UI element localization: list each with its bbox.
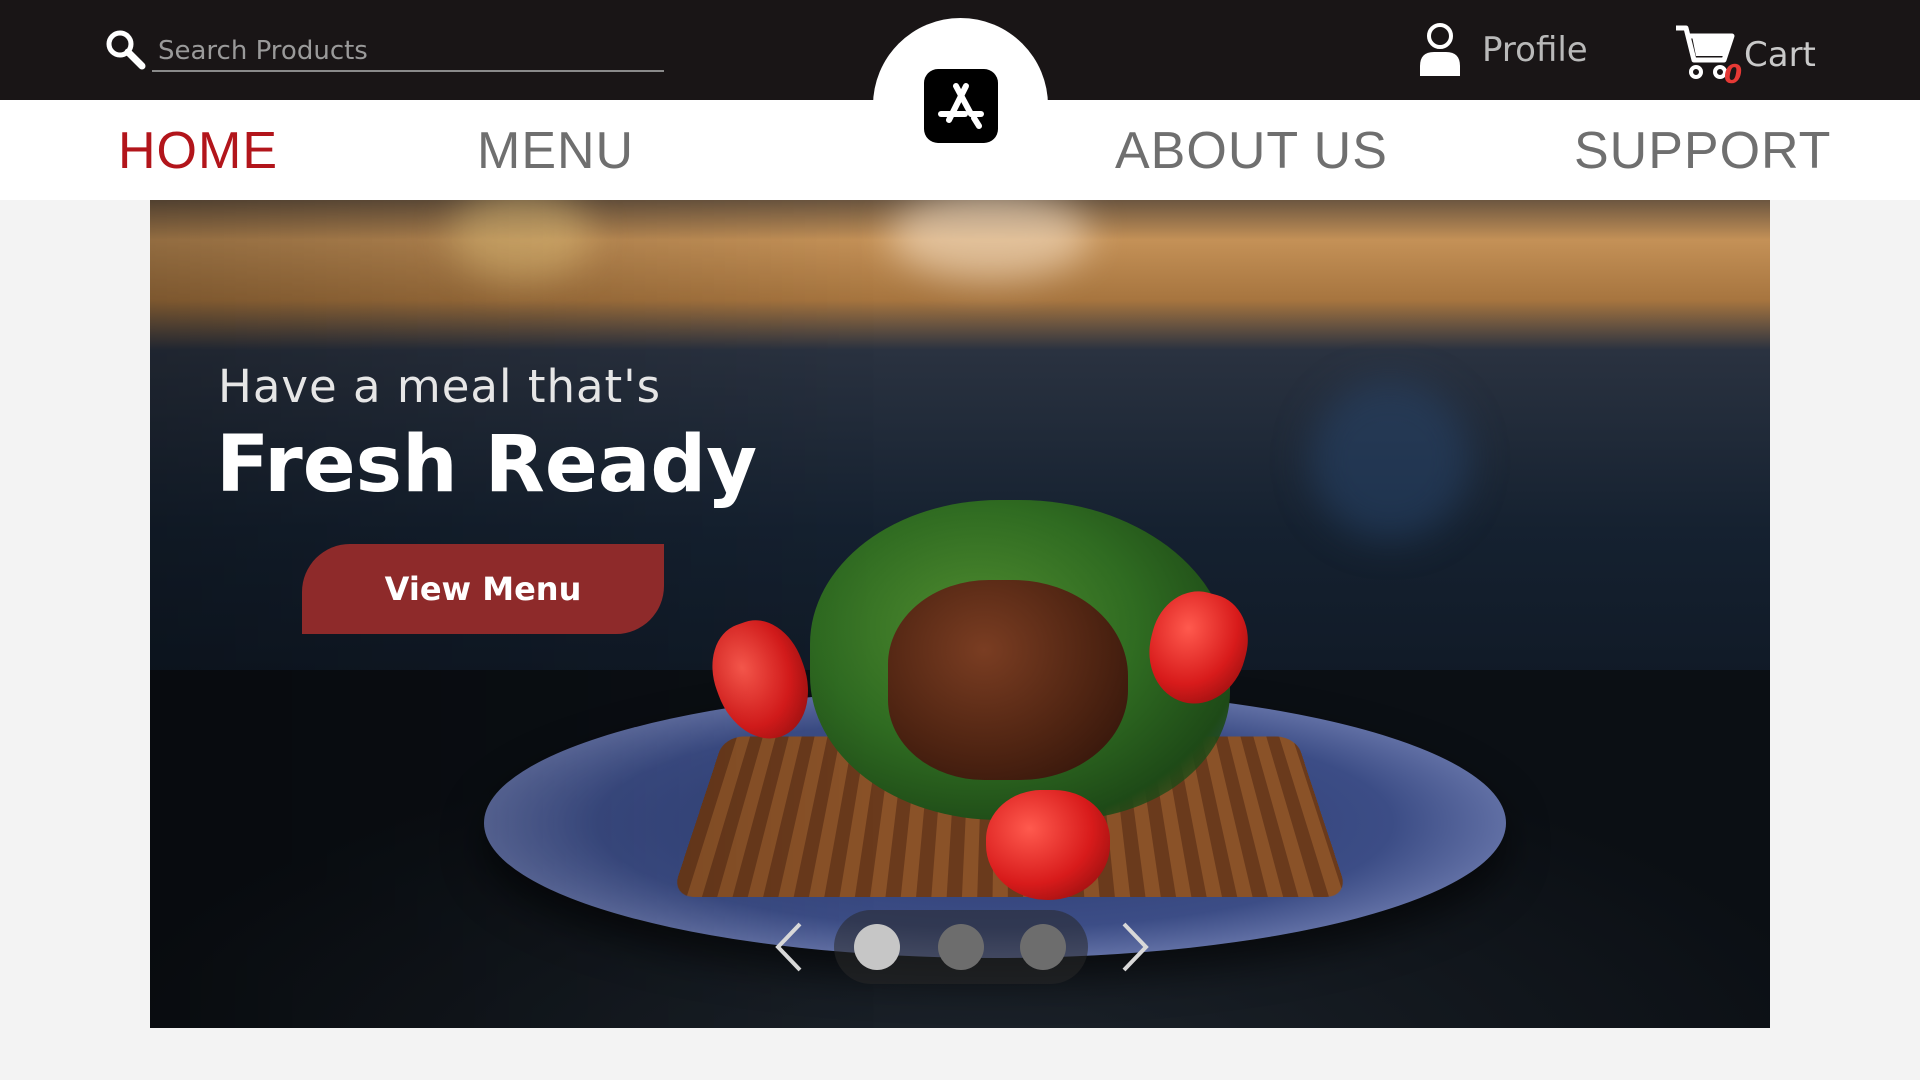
profile-link[interactable]: Profile: [1418, 22, 1588, 78]
profile-label: Profile: [1482, 30, 1588, 70]
user-icon: [1420, 23, 1460, 76]
carousel-controls: [770, 910, 1150, 984]
nav-home[interactable]: HOME: [118, 122, 278, 180]
cart-link[interactable]: 0 Cart: [1674, 20, 1816, 90]
nav-menu[interactable]: MENU: [477, 122, 634, 180]
page: Profile 0 Cart HOME MENU: [0, 0, 1920, 1080]
search-bar: [104, 28, 664, 74]
carousel-dot-2[interactable]: [938, 924, 984, 970]
nav-support[interactable]: SUPPORT: [1574, 122, 1831, 180]
chevron-left-icon[interactable]: [770, 920, 810, 974]
app-store-icon: [938, 83, 984, 129]
hero-subtitle: Have a meal that's: [218, 360, 662, 413]
nav-about-us[interactable]: ABOUT US: [1115, 122, 1388, 180]
cart-icon-wrap: 0: [1674, 22, 1742, 90]
cart-count-badge: 0: [1724, 60, 1743, 90]
carousel-dot-3[interactable]: [1020, 924, 1066, 970]
cart-label: Cart: [1744, 35, 1816, 75]
logo-button[interactable]: [924, 69, 998, 143]
view-menu-button[interactable]: View Menu: [302, 544, 664, 634]
hero-title: Fresh Ready: [216, 420, 758, 510]
chevron-right-icon[interactable]: [1114, 920, 1154, 974]
carousel-dot-1[interactable]: [854, 924, 900, 970]
search-input[interactable]: [152, 32, 664, 72]
search-icon[interactable]: [104, 28, 146, 70]
